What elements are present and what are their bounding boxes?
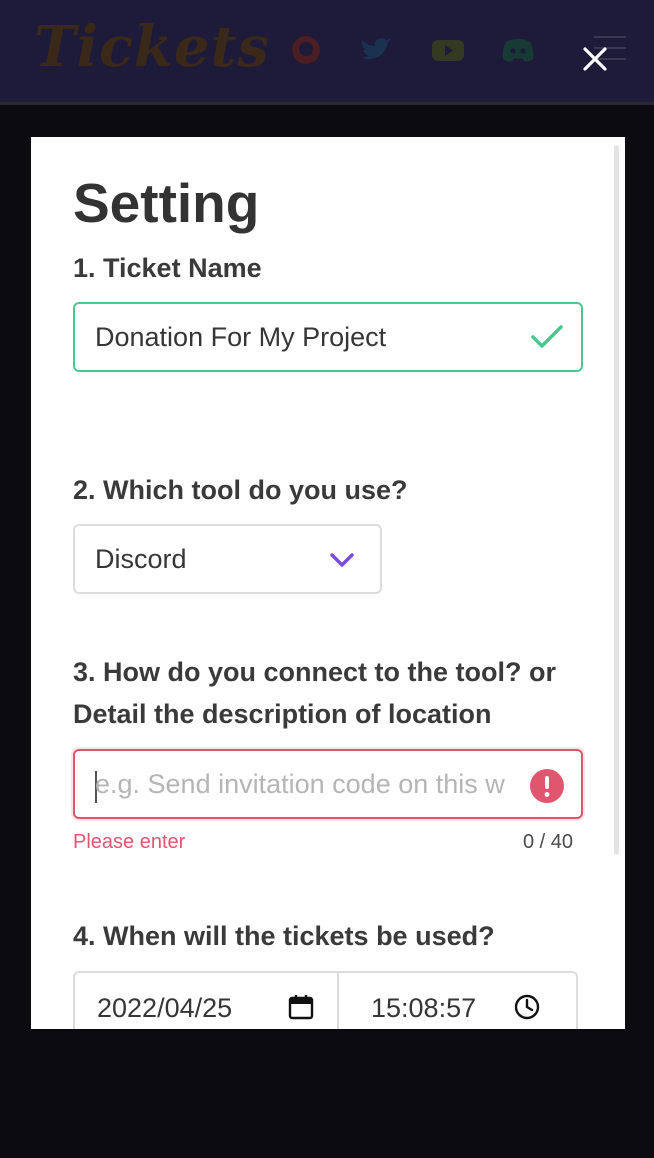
- youtube-icon[interactable]: [430, 34, 466, 66]
- usage-date-value: 2022/04/25: [97, 993, 233, 1023]
- usage-label: 4. When will the tickets be used?: [73, 921, 495, 951]
- settings-modal: Setting 1. Ticket Name Donation For My P…: [31, 137, 625, 1029]
- connection-char-counter: 0 / 40: [523, 831, 574, 853]
- connection-label-line1: 3. How do you connect to the tool? or: [73, 657, 556, 687]
- checkmark-icon: [531, 325, 563, 348]
- tool-select[interactable]: Discord: [73, 524, 382, 594]
- clock-icon[interactable]: [513, 993, 541, 1021]
- calendar-icon[interactable]: [287, 993, 315, 1021]
- close-icon[interactable]: [578, 42, 612, 76]
- usage-date-input[interactable]: 2022/04/25: [73, 971, 339, 1029]
- chevron-down-icon: [330, 553, 354, 567]
- connection-label-line2: Detail the description of location: [73, 699, 492, 729]
- error-icon: [530, 769, 564, 803]
- connection-input[interactable]: e.g. Send invitation code on this w: [73, 749, 583, 819]
- discord-icon[interactable]: [500, 34, 536, 66]
- ticket-name-input[interactable]: Donation For My Project: [73, 302, 583, 372]
- connection-placeholder: e.g. Send invitation code on this w: [95, 769, 505, 799]
- twitter-icon[interactable]: [358, 34, 394, 66]
- tool-label: 2. Which tool do you use?: [73, 475, 408, 505]
- usage-time-input[interactable]: 15:08:57: [337, 971, 578, 1029]
- github-icon[interactable]: [288, 34, 324, 66]
- modal-title: Setting: [73, 172, 260, 234]
- site-logo[interactable]: Tickets: [34, 14, 270, 80]
- usage-time-value: 15:08:57: [371, 993, 477, 1023]
- connection-error-text: Please enter: [73, 831, 186, 853]
- ticket-name-value: Donation For My Project: [95, 322, 387, 352]
- top-navbar: Tickets: [0, 0, 654, 105]
- modal-scrollbar[interactable]: [614, 145, 619, 855]
- tool-selected-value: Discord: [95, 544, 187, 574]
- ticket-name-label: 1. Ticket Name: [73, 253, 262, 283]
